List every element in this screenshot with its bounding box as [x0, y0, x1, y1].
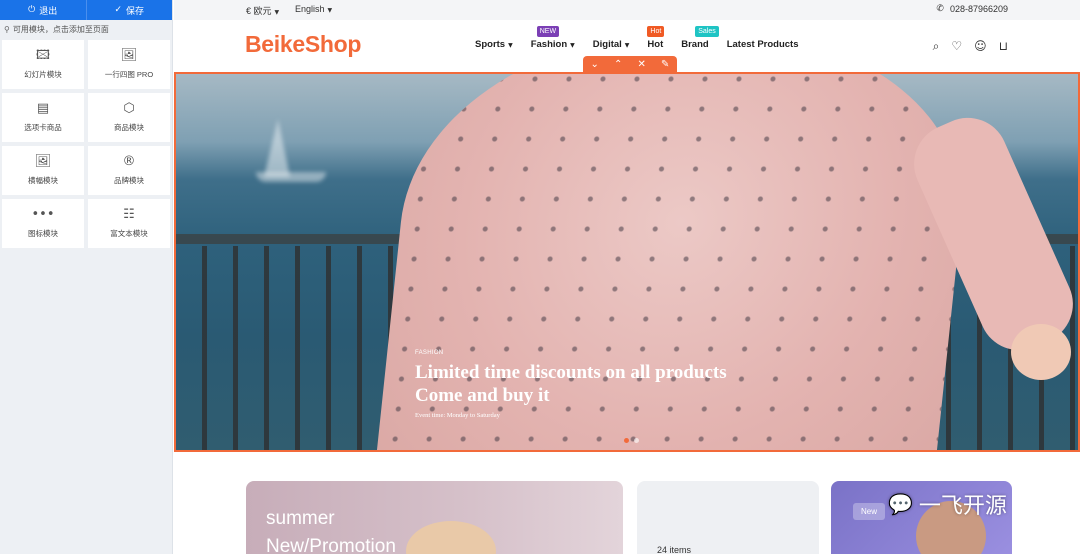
nav-badge-sales: Sales: [695, 26, 719, 37]
image-icon: 🖼: [34, 154, 52, 169]
new-badge: New: [853, 503, 886, 520]
currency-label: € 欧元: [246, 6, 272, 16]
caret-down-icon: ▼: [624, 42, 630, 49]
header-icons: ⌕ ♡ ☺ ⊔: [933, 39, 1008, 54]
model-photo: [406, 521, 496, 554]
watermark-text: 一飞开源: [918, 494, 1007, 519]
module-banner[interactable]: 🖼 横幅模块: [2, 146, 84, 195]
module-richtext[interactable]: ☷ 富文本模块: [88, 199, 170, 248]
promo-card-items[interactable]: 24 items: [637, 481, 819, 554]
sailboat-sail: [264, 119, 290, 177]
wechat-icon: 💬: [888, 492, 913, 516]
location-pin-icon: ⚲: [4, 24, 10, 34]
caret-down-icon: ▼: [570, 42, 575, 49]
nav-label: Digital: [592, 39, 622, 50]
hint-text: 可用模块，点击添加至页面: [12, 24, 109, 34]
chevron-down-icon[interactable]: ⌄: [591, 59, 599, 70]
module-label: 品牌模块: [114, 176, 144, 185]
module-label: 一行四图 PRO: [104, 70, 154, 79]
account-icon[interactable]: ☺: [974, 39, 987, 54]
language-label: English: [295, 4, 325, 14]
module-brand[interactable]: ® 品牌模块: [88, 146, 170, 195]
module-label: 富文本模块: [110, 229, 148, 238]
editor-toolbar: ⏻ 退出 ✓ 保存: [0, 0, 172, 20]
nav-item-latest-products[interactable]: Latest Products: [727, 39, 799, 50]
caret-down-icon: ▼: [327, 7, 333, 14]
module-grid: 🖾 幻灯片模块 🖼 一行四图 PRO ▤ 选项卡商品 ⬡ 商品模块 🖼 横幅模块…: [0, 38, 172, 248]
nav-item-hot[interactable]: Hot Hot: [647, 26, 665, 50]
nav-item-brand[interactable]: Sales Brand: [681, 26, 719, 50]
richtext-icon: ☷: [123, 207, 135, 222]
items-count: 24 items: [657, 545, 692, 554]
nav-item-digital[interactable]: Digital ▼: [593, 39, 630, 50]
exit-label: 退出: [39, 5, 58, 16]
slideshow-icon: 🖾: [35, 48, 51, 63]
cube-icon: ⬡: [123, 101, 135, 116]
nav-label: Latest Products: [726, 39, 799, 50]
hero-caption: FASHION Limited time discounts on all pr…: [415, 350, 727, 419]
sailboat-hull: [256, 172, 326, 182]
hero-slideshow[interactable]: FASHION Limited time discounts on all pr…: [174, 72, 1080, 452]
nav-badge-new: NEW: [536, 26, 560, 37]
model-hand: [1011, 324, 1071, 380]
slide-dot-2[interactable]: [634, 438, 639, 443]
promo-card-summer[interactable]: summer New/Promotion: [246, 481, 623, 554]
module-label: 横幅模块: [28, 176, 58, 185]
module-slideshow[interactable]: 🖾 幻灯片模块: [2, 40, 84, 89]
module-icons[interactable]: ••• 图标模块: [2, 199, 84, 248]
power-icon: ⏻: [28, 5, 36, 15]
caret-down-icon: ▼: [508, 42, 513, 49]
nav-badge-hot: Hot: [647, 26, 665, 37]
watermark: 💬 一飞开源: [888, 488, 1007, 520]
site-logo[interactable]: BeikeShop: [245, 31, 361, 58]
module-toolbar: ⌄ ⌃ ✕ ✎: [583, 56, 677, 72]
module-four-images[interactable]: 🖼 一行四图 PRO: [88, 40, 170, 89]
nav-label: Brand: [681, 39, 709, 50]
edit-icon[interactable]: ✎: [661, 59, 669, 70]
nav-item-fashion[interactable]: NEW Fashion ▼: [530, 26, 575, 50]
exit-button[interactable]: ⏻ 退出: [0, 0, 86, 20]
hero-subtitle: Event time: Monday to Saturday: [415, 412, 500, 419]
check-icon: ✓: [114, 5, 123, 15]
phone-icon: ✆: [936, 4, 944, 14]
hero-title-line2: Come and buy it: [415, 385, 550, 406]
top-bar: € 欧元 ▼ English ▼ ✆ 028-87966209: [174, 0, 1080, 20]
registered-icon: ®: [122, 154, 136, 169]
currency-select[interactable]: € 欧元 ▼: [246, 4, 279, 17]
cart-icon[interactable]: ⊔: [999, 39, 1008, 54]
module-label: 图标模块: [28, 229, 58, 238]
close-icon[interactable]: ✕: [638, 59, 646, 70]
nav-item-sports[interactable]: Sports ▼: [475, 39, 513, 50]
main-nav: Sports ▼ NEW Fashion ▼ Digital ▼ Hot Hot Sa…: [475, 26, 817, 50]
slide-pagination: [624, 438, 639, 443]
caret-down-icon: ▼: [274, 9, 280, 16]
hero-tag: FASHION: [415, 350, 444, 356]
phone-number: 028-87966209: [949, 4, 1008, 14]
nav-label: Fashion: [530, 39, 568, 50]
chevron-up-icon[interactable]: ⌃: [614, 59, 622, 70]
nav-label: Hot: [647, 39, 664, 50]
save-button[interactable]: ✓ 保存: [85, 0, 172, 20]
image-icon: 🖼: [120, 48, 138, 63]
phone-contact: ✆ 028-87966209: [936, 4, 1008, 14]
tab-product-icon: ▤: [36, 101, 50, 116]
hero-title-line1: Limited time discounts on all products: [415, 362, 727, 383]
dots-icon: •••: [31, 207, 55, 222]
module-tab-products[interactable]: ▤ 选项卡商品: [2, 93, 84, 142]
module-label: 幻灯片模块: [24, 70, 62, 79]
module-products[interactable]: ⬡ 商品模块: [88, 93, 170, 142]
save-label: 保存: [126, 5, 145, 16]
promo-subtitle: New/Promotion: [266, 536, 396, 554]
module-label: 商品模块: [114, 123, 144, 132]
editor-panel: ⏻ 退出 ✓ 保存 ⚲ 可用模块，点击添加至页面 🖾 幻灯片模块 🖼 一行四图 …: [0, 0, 173, 554]
slide-dot-1[interactable]: [624, 438, 629, 443]
nav-label: Sports: [475, 39, 506, 50]
search-icon[interactable]: ⌕: [933, 39, 940, 54]
promo-title: summer: [266, 508, 335, 529]
language-select[interactable]: English ▼: [295, 4, 332, 14]
module-label: 选项卡商品: [24, 123, 62, 132]
heart-icon[interactable]: ♡: [951, 39, 962, 54]
module-hint: ⚲ 可用模块，点击添加至页面: [0, 20, 172, 38]
